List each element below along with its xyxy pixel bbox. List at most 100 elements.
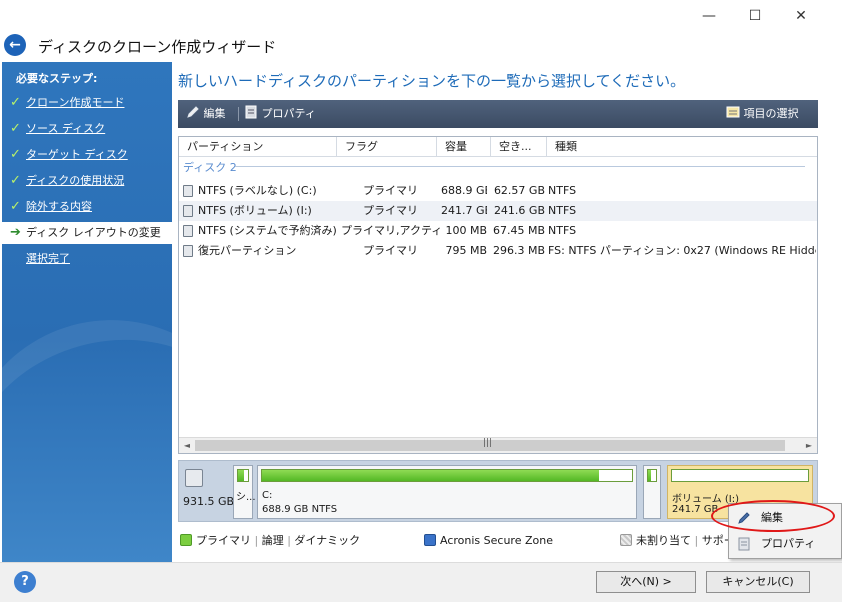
- partition-icon: [183, 185, 193, 197]
- partition-label: シ...: [236, 492, 256, 503]
- cell-capacity: 688.9 GB: [441, 184, 487, 197]
- table-row[interactable]: 復元パーティション プライマリ 795 MB 296.3 MB FS: NTFS…: [179, 241, 817, 261]
- legend-label: 未割り当て: [636, 534, 691, 547]
- check-icon: ✓: [10, 199, 21, 214]
- check-icon: ✓: [10, 147, 21, 162]
- steps-sidebar: 必要なステップ: ✓ クローン作成モード ✓ ソース ディスク ✓ ターゲット …: [2, 62, 172, 562]
- usage-fill: [648, 470, 652, 481]
- unallocated-swatch: [620, 534, 632, 546]
- legend-label: ダイナミック: [294, 534, 361, 547]
- check-icon: ✓: [10, 95, 21, 110]
- column-header-capacity[interactable]: 容量: [437, 137, 491, 157]
- sidebar-item-source-disk[interactable]: ✓ ソース ディスク: [2, 118, 172, 140]
- disk-total-size: 931.5 GB: [183, 495, 235, 508]
- wizard-footer: ? 次へ(N) > キャンセル(C): [0, 562, 842, 602]
- column-header-flag[interactable]: フラグ: [337, 137, 437, 157]
- next-button[interactable]: 次へ(N) >: [596, 571, 696, 593]
- pencil-icon: [187, 106, 199, 118]
- scrollbar-thumb[interactable]: |||: [195, 438, 785, 451]
- arrow-right-icon: ➔: [10, 225, 21, 240]
- partition-block-system[interactable]: シ...: [233, 465, 256, 519]
- help-icon[interactable]: ?: [14, 571, 36, 593]
- maximize-button[interactable]: ☐: [740, 6, 770, 26]
- partition-icon: [183, 225, 193, 237]
- column-header-type[interactable]: 種類: [547, 137, 817, 157]
- partition-block-recovery[interactable]: [643, 465, 661, 519]
- scroll-right-button[interactable]: ►: [801, 438, 817, 453]
- table-header: パーティション フラグ 容量 空き... 種類: [179, 137, 817, 157]
- sidebar-item-disk-usage[interactable]: ✓ ディスクの使用状況: [2, 170, 172, 192]
- table-row[interactable]: NTFS (システムで予約済み) プライマリ,アクティブ 100 MB 67.4…: [179, 221, 817, 241]
- partition-size: 688.9 GB NTFS: [262, 504, 338, 515]
- cell-type: NTFS: [548, 184, 577, 197]
- title-bar: — ☐ ✕ ← ディスクのクローン作成ウィザード: [0, 0, 842, 60]
- column-header-free[interactable]: 空き...: [491, 137, 547, 157]
- cell-flag: プライマリ: [363, 184, 418, 197]
- context-menu-properties[interactable]: プロパティ: [729, 532, 841, 556]
- sidebar-item-label: 選択完了: [26, 252, 70, 265]
- select-columns-label: 項目の選択: [743, 107, 799, 120]
- sidebar-item-label: クローン作成モード: [26, 96, 125, 109]
- partition-table: パーティション フラグ 容量 空き... 種類 ディスク 2 NTFS (ラベル…: [178, 136, 818, 454]
- partition-block-c[interactable]: C: 688.9 GB NTFS: [257, 465, 637, 519]
- toolbar-divider: [238, 107, 239, 121]
- properties-icon: [738, 537, 750, 551]
- select-columns-button[interactable]: 項目の選択: [726, 100, 799, 128]
- usage-fill: [238, 470, 244, 481]
- sidebar-item-clone-mode[interactable]: ✓ クローン作成モード: [2, 92, 172, 114]
- cell-free: 62.57 GB: [493, 184, 545, 197]
- legend-unallocated: 未割り当て | サポー: [620, 534, 735, 548]
- red-highlight-ellipse: [711, 500, 835, 532]
- cell-partition: NTFS (ボリューム) (I:): [198, 204, 312, 217]
- properties-toolbar-button[interactable]: プロパティ: [244, 100, 316, 128]
- column-header-partition[interactable]: パーティション: [179, 137, 337, 157]
- cell-partition: NTFS (ラベルなし) (C:): [198, 184, 317, 197]
- disk-icon: [185, 469, 203, 487]
- legend-label: Acronis Secure Zone: [440, 534, 553, 547]
- usage-bar: [671, 469, 809, 482]
- sidebar-item-label: ディスク レイアウトの変更: [26, 226, 161, 239]
- cell-capacity: 241.7 GB: [441, 204, 487, 217]
- cell-free: 241.6 GB: [493, 204, 545, 217]
- horizontal-scrollbar[interactable]: ◄ ||| ►: [179, 437, 817, 453]
- usage-bar: [647, 469, 657, 482]
- table-row[interactable]: NTFS (ラベルなし) (C:) プライマリ 688.9 GB 62.57 G…: [179, 181, 817, 201]
- sidebar-item-label: 除外する内容: [26, 200, 92, 213]
- edit-toolbar-button[interactable]: 編集: [186, 100, 226, 128]
- sidebar-item-change-layout[interactable]: ➔ ディスク レイアウトの変更: [2, 222, 172, 244]
- legend-primary: プライマリ | 論理 | ダイナミック: [180, 534, 360, 548]
- table-row[interactable]: NTFS (ボリューム) (I:) プライマリ 241.7 GB 241.6 G…: [179, 201, 817, 221]
- properties-label: プロパティ: [261, 107, 316, 120]
- usage-bar: [237, 469, 249, 482]
- usage-bar: [261, 469, 633, 482]
- columns-icon: [726, 106, 740, 118]
- sidebar-item-label: ターゲット ディスク: [26, 148, 128, 161]
- asz-swatch: [424, 534, 436, 546]
- cell-type: NTFS: [548, 224, 577, 237]
- legend-asz: Acronis Secure Zone: [424, 534, 553, 548]
- cell-type: FS: NTFS パーティション: 0x27 (Windows RE Hidde…: [548, 244, 816, 257]
- cell-flag: プライマリ: [363, 204, 418, 217]
- minimize-button[interactable]: —: [694, 6, 724, 26]
- edit-label: 編集: [203, 107, 226, 120]
- cell-type: NTFS: [548, 204, 577, 217]
- sidebar-item-label: ソース ディスク: [26, 122, 106, 135]
- cell-capacity: 100 MB: [445, 224, 487, 237]
- instruction-text: 新しいハードディスクのパーティションを下の一覧から選択してください。: [178, 72, 686, 90]
- context-menu-label: プロパティ: [761, 537, 816, 550]
- disk-group-divider: [235, 166, 805, 167]
- back-arrow-icon[interactable]: ←: [4, 34, 26, 56]
- scroll-left-button[interactable]: ◄: [179, 438, 195, 453]
- usage-fill: [262, 470, 599, 481]
- sidebar-item-exclusions[interactable]: ✓ 除外する内容: [2, 196, 172, 218]
- partition-toolbar: 編集 プロパティ 項目の選択: [178, 100, 818, 128]
- sidebar-item-label: ディスクの使用状況: [26, 174, 125, 187]
- sidebar-item-target-disk[interactable]: ✓ ターゲット ディスク: [2, 144, 172, 166]
- wizard-title: ディスクのクローン作成ウィザード: [38, 38, 277, 56]
- cancel-button[interactable]: キャンセル(C): [706, 571, 810, 593]
- partition-icon: [183, 245, 193, 257]
- properties-icon: [245, 105, 257, 119]
- cell-partition: NTFS (システムで予約済み): [198, 224, 337, 237]
- close-button[interactable]: ✕: [786, 6, 816, 26]
- sidebar-item-finish[interactable]: 選択完了: [2, 248, 172, 270]
